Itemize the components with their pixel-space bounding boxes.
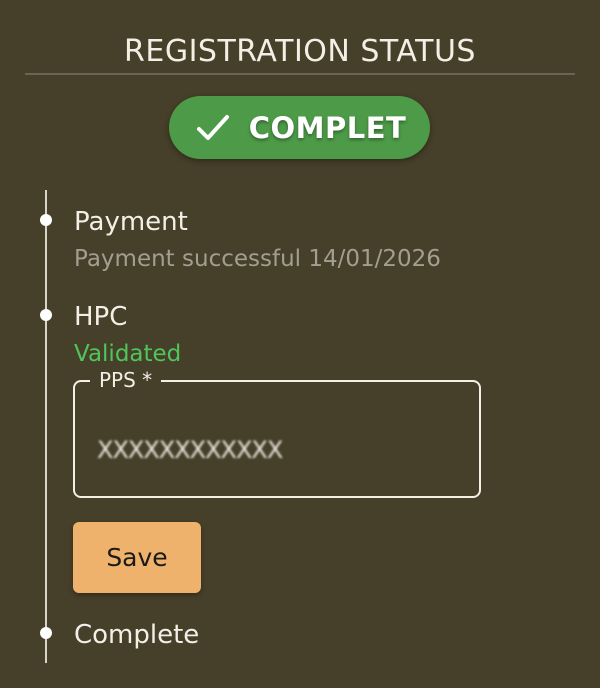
- step-label-payment: Payment: [74, 207, 188, 237]
- pps-field-label: PPS *: [90, 368, 162, 392]
- timeline-dot-complete: [40, 627, 52, 639]
- save-button[interactable]: Save: [73, 522, 201, 593]
- timeline-line: [45, 190, 47, 663]
- timeline-dot-payment: [40, 214, 52, 226]
- step-label-hpc: HPC: [74, 302, 128, 332]
- step-label-complete: Complete: [74, 620, 200, 650]
- step-detail-payment: Payment successful 14/01/2026: [74, 246, 441, 272]
- registration-status-panel: REGISTRATION STATUS COMPLET Payment Paym…: [0, 0, 600, 688]
- title-divider: [25, 73, 575, 75]
- status-badge-label: COMPLET: [248, 110, 407, 145]
- pps-input[interactable]: [97, 430, 457, 470]
- step-detail-hpc: Validated: [74, 341, 182, 367]
- checkmark-icon: [196, 114, 229, 140]
- page-title: REGISTRATION STATUS: [124, 34, 476, 69]
- pps-field: PPS *: [73, 368, 481, 498]
- timeline-dot-hpc: [40, 309, 52, 321]
- status-badge: COMPLET: [169, 96, 430, 159]
